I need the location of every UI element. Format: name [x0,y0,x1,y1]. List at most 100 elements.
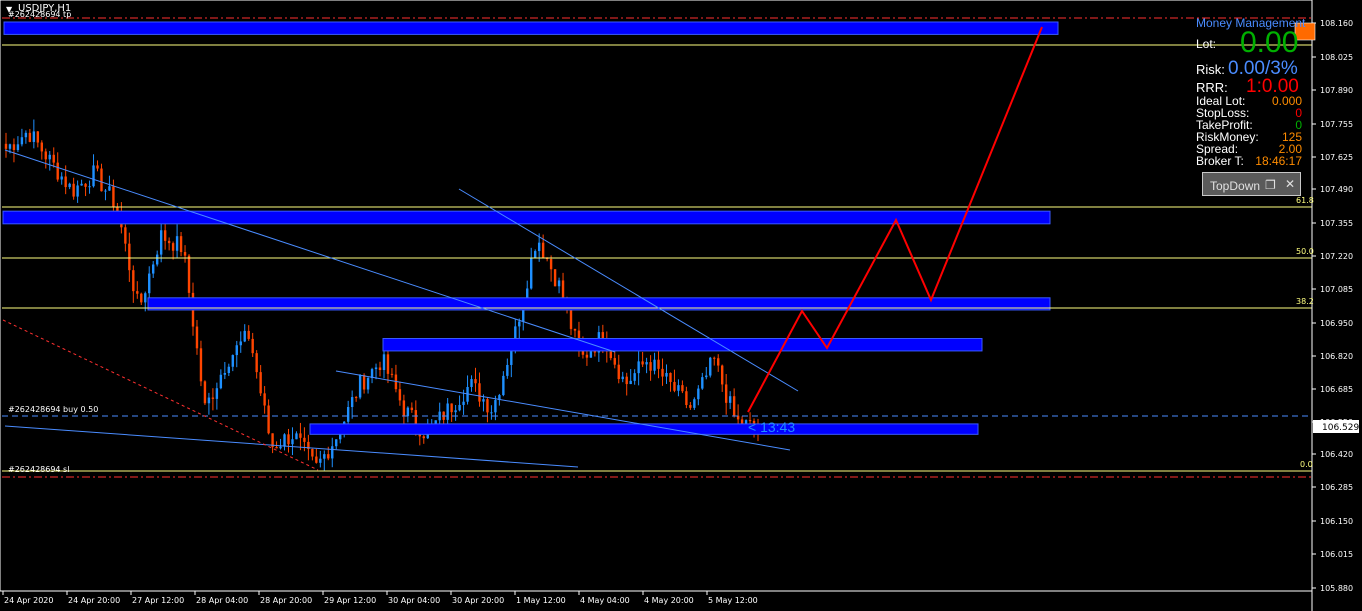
topdown-label: TopDown [1210,179,1261,193]
candle-body [561,280,565,300]
fib-level-61-8: 61.8 [1296,196,1314,205]
candle-body [685,391,688,406]
candle-body [255,353,258,373]
candle-body [203,381,207,404]
candle-body [657,359,660,369]
price-tick-label: 106.685 [1320,385,1353,394]
candle-body [148,273,151,294]
candle-body [701,377,704,389]
time-tick-label: 28 Apr 20:00 [260,596,312,605]
current-price-label: 106.529 [1322,423,1359,433]
candle-body [557,280,561,287]
candle-body [482,399,485,402]
price-chart[interactable]: 108.160 108.025 107.890 107.755 107.625 107.4… [0,0,1362,611]
candle-body [613,358,616,365]
candle-body [502,375,505,396]
mm-row: Broker T: 18:46:17 [1196,155,1302,167]
mm-row-value: 18:46:17 [1255,154,1302,168]
price-zone[interactable] [2,210,1051,225]
candle-body [92,165,95,187]
candle-body [549,259,553,270]
candle-body [279,446,282,449]
candle-body [215,388,219,399]
candle-body [124,227,127,244]
candle-body [295,433,298,440]
price-zone[interactable] [3,21,1059,35]
candle-body [108,186,111,191]
candle-body [724,384,728,403]
candle-body [382,354,386,371]
candle-body [112,186,115,208]
candle-body [530,258,533,289]
candle-body [518,321,521,327]
candle-body [633,373,636,381]
candle-body [239,341,242,346]
candle-body [251,338,254,354]
candle-body [446,403,449,420]
candle-body [100,168,103,192]
candle-body [593,351,597,353]
restore-icon[interactable]: ❐ [1265,178,1276,192]
time-tick-label: 24 Apr 2020 [4,596,53,605]
close-icon[interactable]: ✕ [1285,177,1295,191]
price-tick-label: 107.220 [1320,252,1353,261]
candle-body [179,236,183,253]
candle-body [569,307,573,329]
candle-body [354,397,358,399]
candle-body [283,434,286,447]
topdown-button[interactable]: TopDown ❐ ✕ [1202,172,1301,196]
candle-body [366,378,370,390]
candle-body [510,350,513,365]
candle-body [199,348,203,382]
candle-body [44,151,47,160]
candle-body [609,351,612,359]
candle-body [362,375,366,390]
candle-body [350,397,354,408]
candle-body [717,358,720,366]
candle-body [677,385,680,391]
candle-body [669,372,672,382]
candle-body [653,359,656,371]
candle-body [315,456,318,463]
candle-body [8,144,12,149]
candle-body [649,362,652,371]
candle-body [319,458,322,463]
candle-body [211,397,215,399]
time-tick-label: 1 May 12:00 [516,596,566,605]
candle-body [96,165,99,169]
time-tick-label: 4 May 20:00 [644,596,694,605]
fib-level-38-2: 38.2 [1296,297,1314,306]
candle-body [64,176,67,188]
candle-body [406,407,410,417]
candle-body [398,389,402,401]
candle-body [589,351,593,358]
candle-body [287,434,290,445]
candle-body [721,365,724,385]
time-tick-label: 27 Apr 12:00 [132,596,184,605]
candle-body [32,131,36,142]
candle-body [235,345,238,356]
candle-body [311,448,314,457]
price-zone[interactable] [309,423,979,435]
candle-body [641,361,644,365]
candle-body [506,364,509,376]
time-tick-label: 4 May 04:00 [580,596,630,605]
candle-body [167,240,171,244]
time-tick-label: 28 Apr 04:00 [196,596,248,605]
candle-body [629,380,632,385]
candle-body [247,330,250,339]
candle-body [163,230,167,241]
candle-body [494,400,497,413]
price-tick-label: 105.880 [1320,584,1353,593]
candle-body [673,381,676,391]
candle-body [48,154,51,160]
candle-body [573,328,577,331]
candle-body [227,366,231,374]
price-zone[interactable] [382,338,983,352]
candle-body [155,254,159,265]
price-tick-label: 108.160 [1320,19,1353,28]
time-tick-label: 24 Apr 20:00 [68,596,120,605]
candle-body [470,379,473,387]
price-tick-label: 107.890 [1320,86,1353,95]
mm-rrr-label: RRR: [1196,80,1228,95]
